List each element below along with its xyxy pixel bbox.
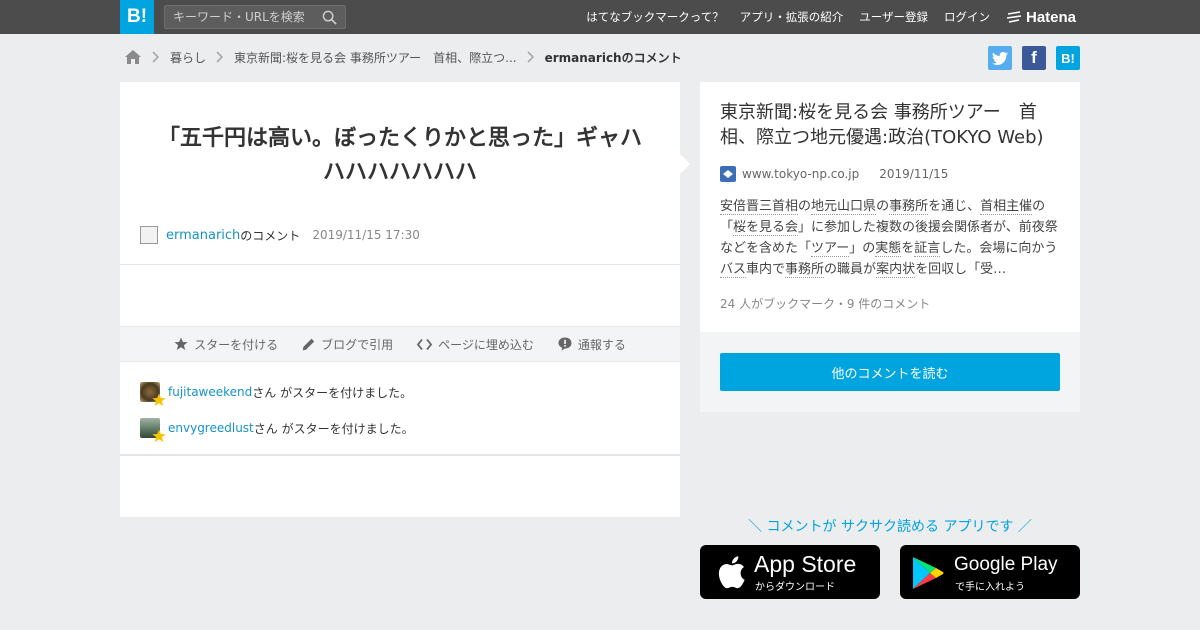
alert-icon: [558, 337, 572, 351]
summary-text: の職員が: [824, 262, 877, 277]
google-play-sub: で手に入れよう: [955, 582, 1025, 593]
comment-suffix: のコメント: [240, 228, 301, 243]
summary-keyword[interactable]: 案内状: [876, 262, 916, 278]
summary-keyword[interactable]: 事務所: [889, 199, 929, 215]
comment-text: 「五千円は高い。ぼったくりかと思った」ギャハハハハハハハハ: [157, 126, 642, 185]
summary-text: した。会場に向かう: [940, 241, 1058, 256]
comment-date[interactable]: 2019/11/15 17:30: [312, 228, 420, 242]
star-list: fujitaweekend さん がスターを付けました。 envygreedlu…: [140, 382, 414, 454]
nav-about[interactable]: はてなブックマークって？: [586, 9, 723, 25]
add-star-button[interactable]: スターを付ける: [174, 336, 278, 353]
entry-title[interactable]: 東京新聞:桜を見る会 事務所ツアー 首相、際立つ地元優遇:政治(TOKYO We…: [720, 100, 1065, 150]
hatebu-share-button[interactable]: B!: [1056, 46, 1080, 70]
app-promo-text: ＼ コメントが サクサク読める アプリです ／: [748, 519, 1032, 535]
entry-meta: www.tokyo-np.co.jp 2019/11/15: [720, 166, 948, 182]
hatena-logo-icon: [1006, 11, 1022, 23]
card-pointer: [680, 154, 690, 174]
summary-keyword[interactable]: 山口県: [837, 199, 877, 215]
list-item: fujitaweekend さん がスターを付けました。: [140, 382, 414, 406]
summary-text: の: [876, 199, 890, 214]
hatena-bookmark-logo[interactable]: B!: [120, 0, 154, 34]
summary-keyword[interactable]: ツアー: [811, 241, 850, 257]
summary-keyword[interactable]: 事務所: [785, 262, 825, 278]
top-bar: B! はてなブックマークって？ アプリ・拡張の紹介 ユーザー登録 ログイン Ha…: [0, 0, 1200, 34]
summary-keyword[interactable]: バス: [720, 262, 747, 278]
blog-quote-label: ブログで引用: [321, 337, 394, 352]
summary-text: を: [901, 241, 915, 256]
bookmark-count[interactable]: 24 人がブックマーク・9 件のコメント: [720, 295, 930, 312]
summary-text: 」の: [849, 241, 876, 256]
breadcrumb-entry[interactable]: 東京新聞:桜を見る会 事務所ツアー 首相、際立つ...: [234, 49, 517, 66]
site-favicon-icon: [720, 166, 736, 182]
search-box: [164, 5, 346, 29]
google-play-badge[interactable]: Google Play で手に入れよう: [900, 545, 1080, 599]
pencil-icon: [302, 338, 315, 350]
entry-footer: 他のコメントを読む: [700, 332, 1080, 412]
embed-label: ページに埋め込む: [438, 337, 534, 352]
comment-meta: ermanarich のコメント 2019/11/15 17:30: [140, 225, 420, 245]
nav-login[interactable]: ログイン: [944, 9, 990, 25]
embed-button[interactable]: ページに埋め込む: [417, 336, 534, 353]
entry-domain[interactable]: www.tokyo-np.co.jp: [742, 167, 859, 181]
read-more-comments-button[interactable]: 他のコメントを読む: [720, 353, 1060, 391]
star-icon: [174, 337, 188, 350]
search-icon[interactable]: [322, 10, 337, 25]
app-store-badge[interactable]: App Store からダウンロード: [700, 545, 880, 599]
avatar[interactable]: [140, 226, 158, 244]
facebook-share-button[interactable]: f: [1022, 46, 1046, 70]
divider: [120, 454, 680, 456]
chevron-right-icon: [216, 51, 224, 63]
avatar[interactable]: [140, 418, 166, 442]
star-user-link[interactable]: envygreedlust: [168, 421, 254, 435]
breadcrumb-current: ermanarichのコメント: [544, 50, 682, 65]
apple-icon: [718, 556, 745, 589]
app-store-name: App Store: [754, 551, 857, 577]
list-item: envygreedlust さん がスターを付けました。: [140, 418, 414, 442]
top-nav: はてなブックマークって？ アプリ・拡張の紹介 ユーザー登録 ログイン: [570, 0, 990, 34]
summary-keyword[interactable]: 地元: [811, 199, 838, 215]
summary-keyword[interactable]: 実態: [875, 241, 902, 257]
summary-keyword[interactable]: 桜を見る会: [733, 220, 799, 236]
add-star-label: スターを付ける: [194, 337, 279, 352]
summary-text: 車内で: [746, 262, 786, 277]
avatar[interactable]: [140, 382, 166, 406]
star-user-link[interactable]: fujitaweekend: [168, 385, 252, 399]
code-icon: [417, 338, 433, 350]
app-store-sub: からダウンロード: [755, 582, 835, 593]
divider: [120, 264, 680, 265]
report-button[interactable]: 通報する: [558, 336, 626, 353]
star-icon: [152, 429, 166, 442]
comment-actions: スターを付ける ブログで引用 ページに埋め込む 通報する: [120, 326, 680, 362]
comment-card: 「五千円は高い。ぼったくりかと思った」ギャハハハハハハハハ ermanarich…: [120, 82, 680, 517]
report-label: 通報する: [577, 337, 626, 352]
star-text: さん がスターを付けました。: [253, 421, 414, 436]
twitter-share-button[interactable]: [988, 46, 1012, 70]
summary-keyword[interactable]: 安倍晋三首相: [720, 199, 799, 215]
hatena-brand-text: Hatena: [1026, 8, 1077, 26]
entry-date: 2019/11/15: [879, 167, 949, 181]
google-play-icon: [913, 557, 944, 589]
nav-register[interactable]: ユーザー登録: [859, 9, 928, 25]
star-icon: [152, 393, 166, 406]
twitter-icon: [992, 51, 1008, 65]
entry-summary: 安倍晋三首相の地元山口県の事務所を通じ、首相主催の「桜を見る会」に参加した複数の…: [720, 196, 1060, 280]
summary-keyword[interactable]: 首相主催: [980, 199, 1033, 215]
hatena-brand-link[interactable]: Hatena: [1006, 8, 1077, 26]
comment-user-link[interactable]: ermanarich: [166, 228, 240, 243]
summary-text: を通じ、: [928, 199, 981, 214]
entry-panel: 東京新聞:桜を見る会 事務所ツアー 首相、際立つ地元優遇:政治(TOKYO We…: [700, 82, 1080, 332]
nav-apps[interactable]: アプリ・拡張の紹介: [740, 9, 844, 25]
breadcrumb: 暮らし 東京新聞:桜を見る会 事務所ツアー 首相、際立つ... ermanari…: [124, 47, 682, 67]
summary-text: の: [798, 199, 812, 214]
google-play-name: Google Play: [954, 554, 1058, 575]
blog-quote-button[interactable]: ブログで引用: [302, 336, 393, 353]
home-icon[interactable]: [124, 49, 142, 65]
chevron-right-icon: [152, 51, 160, 63]
star-text: さん がスターを付けました。: [252, 385, 413, 400]
summary-keyword[interactable]: 証言: [914, 241, 941, 257]
breadcrumb-category[interactable]: 暮らし: [170, 49, 206, 66]
chevron-right-icon: [527, 51, 534, 63]
summary-text: を回収し「受…: [915, 262, 1007, 277]
search-input[interactable]: [165, 6, 315, 28]
